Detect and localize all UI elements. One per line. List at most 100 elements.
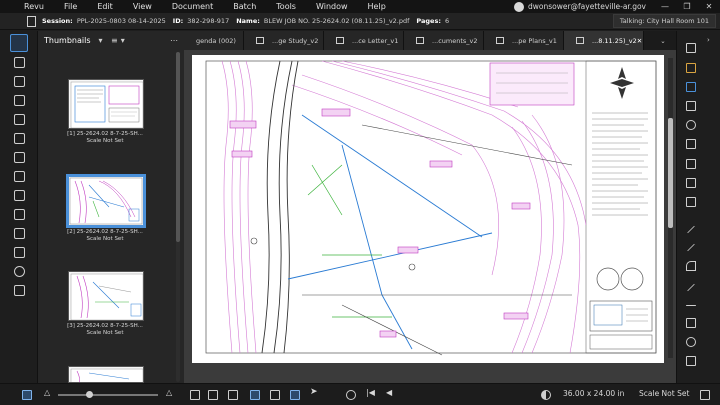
list-view-icon[interactable] <box>22 390 32 400</box>
tab-agenda[interactable]: genda (002) <box>184 31 244 50</box>
signatures-icon[interactable] <box>14 209 25 220</box>
stamp-icon[interactable] <box>686 101 696 111</box>
scroll-down-icon[interactable] <box>700 390 710 400</box>
tab-compliance-letter[interactable]: ...ce Letter_v1 <box>324 31 404 50</box>
properties-icon[interactable] <box>14 152 25 163</box>
highlight-icon[interactable] <box>686 82 696 92</box>
rectangle-icon[interactable] <box>686 318 696 328</box>
menu-revu[interactable]: Revu <box>0 2 54 11</box>
pan-icon[interactable] <box>290 390 300 400</box>
thumbnails-icon[interactable] <box>10 34 28 52</box>
studio-icon[interactable] <box>14 133 25 144</box>
document-icon <box>336 37 344 44</box>
arc-icon[interactable] <box>686 261 696 271</box>
session-field: Session: PPL-2025-0803 08-14-2025 <box>42 17 166 25</box>
line-icon[interactable] <box>687 225 695 234</box>
minimize-icon[interactable]: — <box>654 2 676 11</box>
pen-icon[interactable] <box>686 63 696 73</box>
polyline-icon[interactable] <box>687 283 695 292</box>
tab-drainage-study[interactable]: ...ge Study_v2 <box>244 31 324 50</box>
measure-icon[interactable] <box>686 159 696 169</box>
menu-help[interactable]: Help <box>358 2 396 11</box>
measure-icon[interactable] <box>14 190 25 201</box>
print-icon[interactable] <box>14 247 25 258</box>
layers-icon[interactable] <box>14 95 25 106</box>
first-page-icon[interactable]: |◀ <box>366 388 375 397</box>
search-icon[interactable] <box>14 266 25 277</box>
image-icon[interactable] <box>686 178 696 188</box>
thumbnail-options-icon[interactable]: ▾ ≡▾ <box>98 36 127 45</box>
account-area[interactable]: dwonsower@fayetteville-ar.gov <box>513 1 654 12</box>
dimension-icon[interactable] <box>686 305 696 306</box>
single-page-icon[interactable] <box>190 390 200 400</box>
thumbnail-size-slider[interactable] <box>58 394 158 396</box>
previous-page-icon[interactable]: ◀ <box>386 388 392 397</box>
account-email: dwonsower@fayetteville-ar.gov <box>527 2 646 11</box>
arrow-icon[interactable] <box>687 243 695 252</box>
session-bar: Session: PPL-2025-0803 08-14-2025 ID: 38… <box>0 13 720 30</box>
expand-toolbar-icon[interactable]: › <box>707 36 710 44</box>
canvas-vertical-scrollbar[interactable] <box>668 58 673 358</box>
sync-icon[interactable] <box>250 390 260 400</box>
circle-icon[interactable] <box>686 337 696 347</box>
tab-documents[interactable]: ...cuments_v2 <box>404 31 484 50</box>
document-icon <box>416 37 424 44</box>
page-dimensions: 36.00 x 24.00 in <box>563 389 625 398</box>
thumbnail-3-image <box>70 273 143 320</box>
menu-edit[interactable]: Edit <box>87 2 123 11</box>
voice-channel-badge[interactable]: Talking: City Hall Room 101 <box>612 14 716 28</box>
thumbnail-size-knob[interactable] <box>86 391 93 398</box>
menu-window[interactable]: Window <box>306 2 358 11</box>
close-icon[interactable]: ✕ <box>698 2 720 11</box>
split-view-icon[interactable] <box>228 390 238 400</box>
callout-icon[interactable] <box>686 197 696 207</box>
markup-toolbar: › <box>676 31 720 383</box>
canvas-scroll-thumb[interactable] <box>668 118 673 228</box>
file-access-icon[interactable] <box>14 57 25 68</box>
fit-width-icon[interactable] <box>270 390 280 400</box>
zoom-icon[interactable] <box>346 390 356 400</box>
thumbnail-2-caption: [2] 25-2624.02 8-7-25-SH... Scale Not Se… <box>67 229 143 242</box>
menu-file[interactable]: File <box>54 2 87 11</box>
polygon-icon[interactable] <box>686 356 696 366</box>
thumbnail-page-2[interactable] <box>66 174 146 228</box>
menu-tools[interactable]: Tools <box>266 2 306 11</box>
tab-landscape-plans[interactable]: ...pe Plans_v1 <box>484 31 564 50</box>
thumbnail-page-3[interactable] <box>68 271 144 321</box>
scale-status[interactable]: Scale Not Set <box>639 389 689 398</box>
zoom-out-triangle-icon[interactable]: △ <box>44 388 50 397</box>
north-arrow-icon <box>610 67 634 99</box>
thumbnail-page-4[interactable] <box>68 366 144 383</box>
links-icon[interactable] <box>14 285 25 296</box>
dark-mode-icon[interactable] <box>541 390 551 400</box>
menu-batch[interactable]: Batch <box>223 2 266 11</box>
tag-icon[interactable] <box>14 228 25 239</box>
chevron-down-icon[interactable]: ⌄ <box>650 31 676 50</box>
document-icon <box>576 37 584 44</box>
select-icon[interactable]: ➤ <box>310 387 320 400</box>
thumbnails-scrollbar[interactable] <box>176 52 180 242</box>
session-id-field: ID: 382-298-917 <box>172 17 230 25</box>
more-options-icon[interactable]: ⋯ <box>170 36 178 45</box>
settings-icon[interactable] <box>14 171 25 182</box>
thumbnail-1-image <box>70 81 143 128</box>
menu-view[interactable]: View <box>123 2 162 11</box>
toolchest-icon[interactable] <box>14 114 25 125</box>
tab-blew-job[interactable]: ...8.11.25)_v2 ✕ <box>564 31 644 50</box>
drawing-sheet[interactable] <box>192 55 664 363</box>
zoom-in-triangle-icon[interactable]: △ <box>166 388 172 397</box>
text-box-icon[interactable] <box>686 43 696 53</box>
document-name-field: Name: BLEW JOB NO. 25-2624.02 (08.11.25)… <box>236 17 410 25</box>
ellipse-icon[interactable] <box>686 120 696 130</box>
thumbnail-4-image <box>70 368 143 382</box>
thumbnail-page-1[interactable] <box>68 79 144 129</box>
menu-document[interactable]: Document <box>162 2 223 11</box>
restore-icon[interactable]: ❐ <box>676 2 698 11</box>
eraser-icon[interactable] <box>686 139 696 149</box>
bookmark-icon[interactable] <box>14 76 25 87</box>
site-plan-drawing <box>205 60 657 356</box>
close-tab-icon[interactable]: ✕ <box>637 37 642 45</box>
continuous-icon[interactable] <box>208 390 218 400</box>
thumbnail-3-caption: [3] 25-2624.02 8-7-25-SH... Scale Not Se… <box>67 323 143 336</box>
left-panel-rail <box>0 31 38 383</box>
